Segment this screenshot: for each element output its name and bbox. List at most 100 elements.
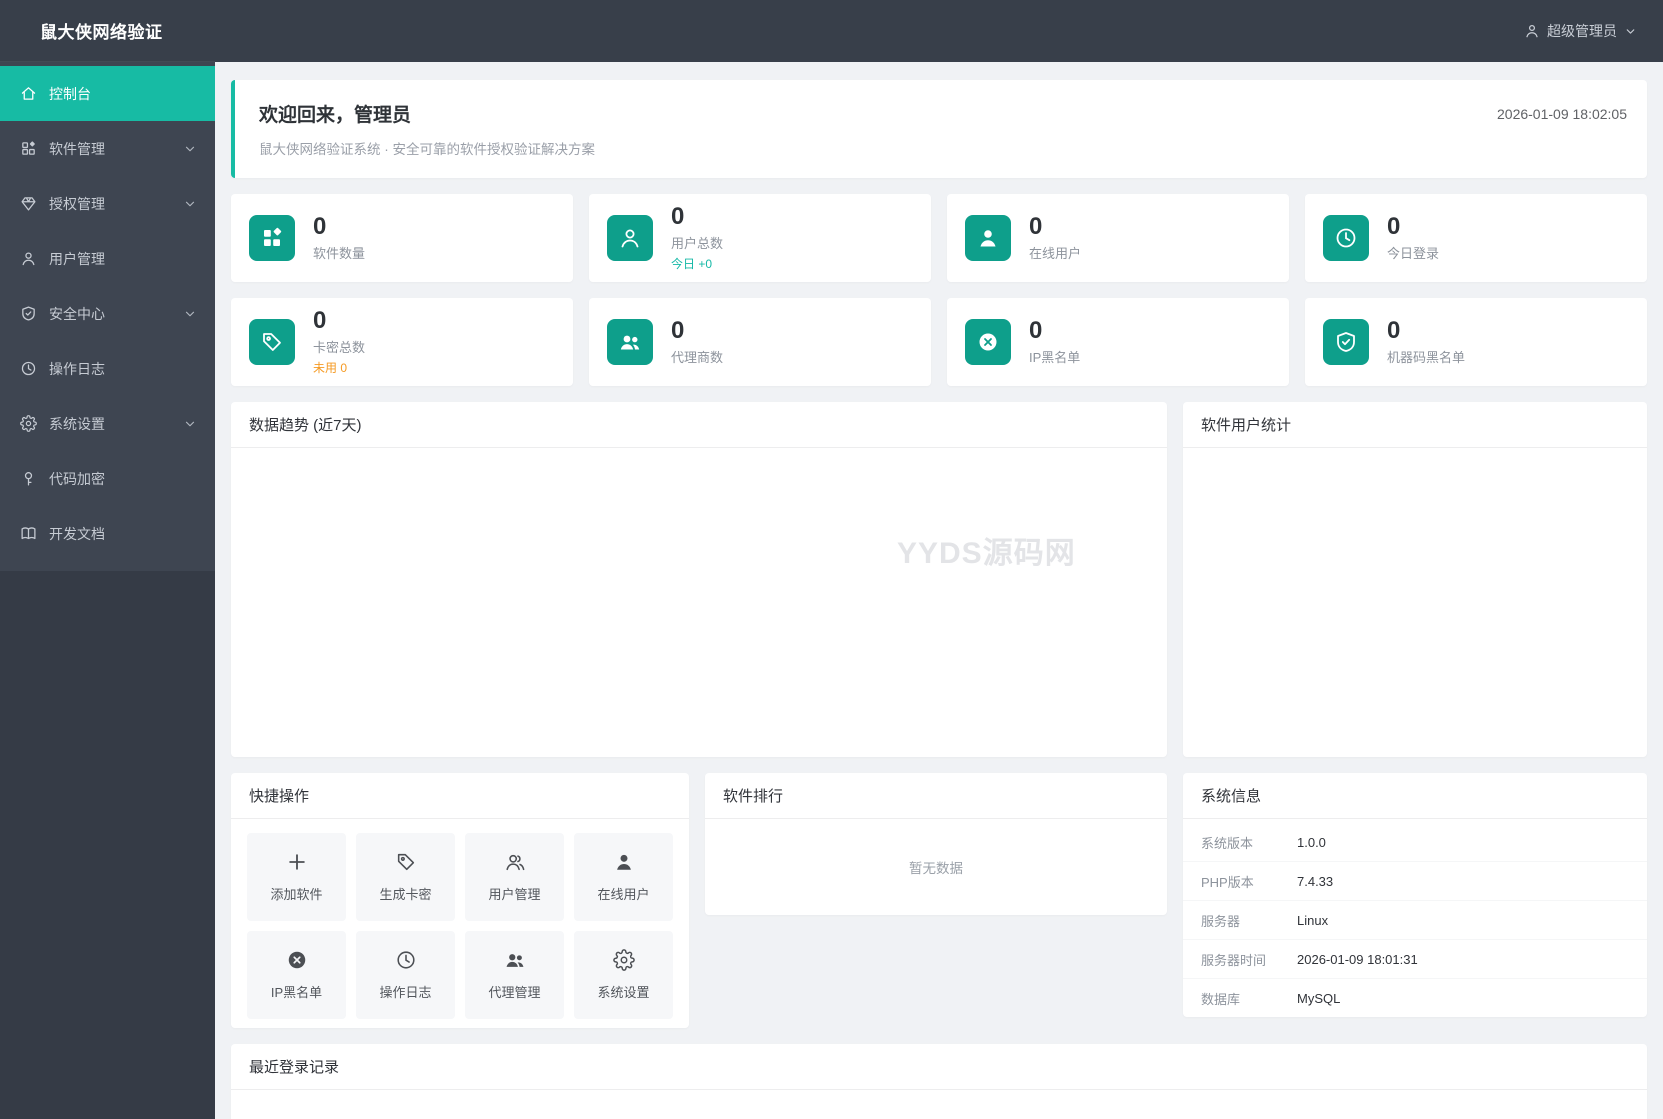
panel-title: 快捷操作 xyxy=(231,773,689,819)
info-label: 服务器时间 xyxy=(1201,953,1267,968)
info-label: 系统版本 xyxy=(1201,836,1254,851)
info-value: MySQL xyxy=(1297,991,1341,1006)
quick-action-user-management[interactable]: 用户管理 xyxy=(465,833,564,921)
sidebar-item-authorization[interactable]: 授权管理 xyxy=(0,176,215,231)
key-icon xyxy=(24,472,33,486)
stat-label: 机器码黑名单 xyxy=(1387,350,1466,366)
tag-icon xyxy=(397,853,414,871)
stat-label: 卡密总数 xyxy=(313,340,366,356)
quick-action-online-users[interactable]: 在线用户 xyxy=(574,833,673,921)
info-label: PHP版本 xyxy=(1201,875,1254,890)
software-ranking-panel: 软件排行 暂无数据 xyxy=(705,773,1167,915)
stat-label: 用户总数 xyxy=(671,236,724,252)
plus-icon xyxy=(288,854,305,870)
stat-label: IP黑名单 xyxy=(1029,350,1081,366)
empty-state: 暂无数据 xyxy=(909,860,963,876)
info-value: 1.0.0 xyxy=(1297,835,1326,850)
quick-action-label: 生成卡密 xyxy=(379,887,432,902)
user-outline-icon xyxy=(607,215,653,261)
sidebar-item-code-encrypt[interactable]: 代码加密 xyxy=(0,451,215,506)
stat-value: 0 xyxy=(671,202,685,230)
x-circle-icon xyxy=(288,951,305,969)
info-row-server-time: 服务器时间 2026-01-09 18:01:31 xyxy=(1183,940,1647,979)
sidebar-item-users[interactable]: 用户管理 xyxy=(0,231,215,286)
app-title: 鼠大侠网络验证 xyxy=(40,23,163,42)
bottom-row: 快捷操作 添加软件 生成卡密 用户管理 在线用户 IP黑名单 操作日志 代理管理… xyxy=(231,773,1647,1028)
sidebar-item-label: 用户管理 xyxy=(49,250,105,267)
sidebar-item-label: 软件管理 xyxy=(49,140,105,157)
sidebar-item-label: 操作日志 xyxy=(49,360,105,377)
quick-actions-grid: 添加软件 生成卡密 用户管理 在线用户 IP黑名单 操作日志 代理管理 系统设置 xyxy=(231,819,689,1033)
users-icon xyxy=(607,319,653,365)
stat-card-card-keys: 0 卡密总数 未用 0 xyxy=(231,298,573,386)
quick-actions-panel: 快捷操作 添加软件 生成卡密 用户管理 在线用户 IP黑名单 操作日志 代理管理… xyxy=(231,773,689,1028)
stat-value: 0 xyxy=(1029,316,1043,344)
quick-action-ip-blacklist[interactable]: IP黑名单 xyxy=(247,931,346,1019)
quick-action-operation-logs[interactable]: 操作日志 xyxy=(356,931,455,1019)
sidebar-item-docs[interactable]: 开发文档 xyxy=(0,506,215,561)
panel-title: 软件排行 xyxy=(705,773,1167,819)
welcome-text: 欢迎回来，管理员 鼠大侠网络验证系统 · 安全可靠的软件授权验证解决方案 xyxy=(259,100,595,158)
sidebar-item-logs[interactable]: 操作日志 xyxy=(0,341,215,396)
welcome-title: 欢迎回来，管理员 xyxy=(259,105,412,126)
stat-label: 今日登录 xyxy=(1387,246,1440,262)
stat-value: 0 xyxy=(1387,316,1401,344)
sidebar-item-settings[interactable]: 系统设置 xyxy=(0,396,215,451)
sidebar-item-label: 开发文档 xyxy=(49,525,105,542)
stat-label: 软件数量 xyxy=(313,246,366,262)
shield-icon xyxy=(22,306,35,321)
clock-icon xyxy=(1323,215,1369,261)
quick-action-agent-management[interactable]: 代理管理 xyxy=(465,931,564,1019)
panel-title: 软件用户统计 xyxy=(1183,402,1647,448)
stat-sublabel: 今日 +0 xyxy=(671,257,713,272)
gear-icon xyxy=(20,415,37,432)
sidebar-item-label: 授权管理 xyxy=(49,195,105,212)
system-info-panel: 系统信息 系统版本 1.0.0 PHP版本 7.4.33 服务器 Linux 服… xyxy=(1183,773,1647,1017)
sidebar-item-label: 代码加密 xyxy=(49,470,105,487)
quick-action-label: 操作日志 xyxy=(379,985,432,1000)
sidebar-item-label: 系统设置 xyxy=(49,415,105,432)
stat-value: 0 xyxy=(313,212,327,240)
stat-label: 在线用户 xyxy=(1029,246,1082,262)
quick-action-label: IP黑名单 xyxy=(270,985,323,1000)
book-icon xyxy=(21,527,36,540)
welcome-banner: 欢迎回来，管理员 鼠大侠网络验证系统 · 安全可靠的软件授权验证解决方案 202… xyxy=(231,80,1647,178)
sidebar-item-dashboard[interactable]: 控制台 xyxy=(0,66,215,121)
shield-check-icon xyxy=(1323,319,1369,365)
app-logo: 鼠大侠网络验证 xyxy=(0,0,215,62)
stat-card-software-count: 0 软件数量 xyxy=(231,194,573,282)
trend-chart-panel: 数据趋势 (近7天) YYDS源码网 xyxy=(231,402,1167,757)
sidebar: 鼠大侠网络验证 控制台 软件管理 授权管理 用户管理 安全中心 操作日志 系统设… xyxy=(0,0,215,1119)
quick-action-label: 添加软件 xyxy=(270,887,323,902)
info-label: 服务器 xyxy=(1201,914,1241,929)
home-icon xyxy=(21,87,36,100)
clock-icon xyxy=(396,951,415,969)
stat-card-user-total: 0 用户总数 今日 +0 xyxy=(589,194,931,282)
stat-row-2: 0 卡密总数 未用 0 0 代理商数 0 IP黑名单 0 机器码黑名单 xyxy=(231,298,1647,386)
welcome-subtitle: 鼠大侠网络验证系统 · 安全可靠的软件授权验证解决方案 xyxy=(259,142,595,157)
users-solid-icon xyxy=(506,954,523,967)
users-outline-icon xyxy=(505,854,524,871)
quick-action-add-software[interactable]: 添加软件 xyxy=(247,833,346,921)
sidebar-item-software[interactable]: 软件管理 xyxy=(0,121,215,176)
stat-value: 0 xyxy=(1029,212,1043,240)
panel-title: 数据趋势 (近7天) xyxy=(231,402,1167,448)
main-content: 欢迎回来，管理员 鼠大侠网络验证系统 · 安全可靠的软件授权验证解决方案 202… xyxy=(215,62,1663,1119)
panel-title: 最近登录记录 xyxy=(231,1044,1647,1090)
info-value: Linux xyxy=(1297,913,1329,928)
stat-label: 代理商数 xyxy=(671,350,724,366)
stat-card-ip-blacklist: 0 IP黑名单 xyxy=(947,298,1289,386)
info-value: 2026-01-09 18:01:31 xyxy=(1297,952,1418,967)
info-row-database: 数据库 MySQL xyxy=(1183,979,1647,1017)
user-solid-icon xyxy=(616,854,631,870)
quick-action-generate-keys[interactable]: 生成卡密 xyxy=(356,833,455,921)
user-menu[interactable]: 超级管理员 xyxy=(1524,21,1637,41)
user-icon xyxy=(1526,24,1538,38)
sidebar-item-security[interactable]: 安全中心 xyxy=(0,286,215,341)
chevron-down-icon xyxy=(185,311,195,316)
watermark: YYDS源码网 xyxy=(897,537,1076,570)
quick-action-system-settings[interactable]: 系统设置 xyxy=(574,931,673,1019)
info-row-php-version: PHP版本 7.4.33 xyxy=(1183,862,1647,901)
chevron-down-icon xyxy=(185,201,195,206)
info-row-server: 服务器 Linux xyxy=(1183,901,1647,940)
